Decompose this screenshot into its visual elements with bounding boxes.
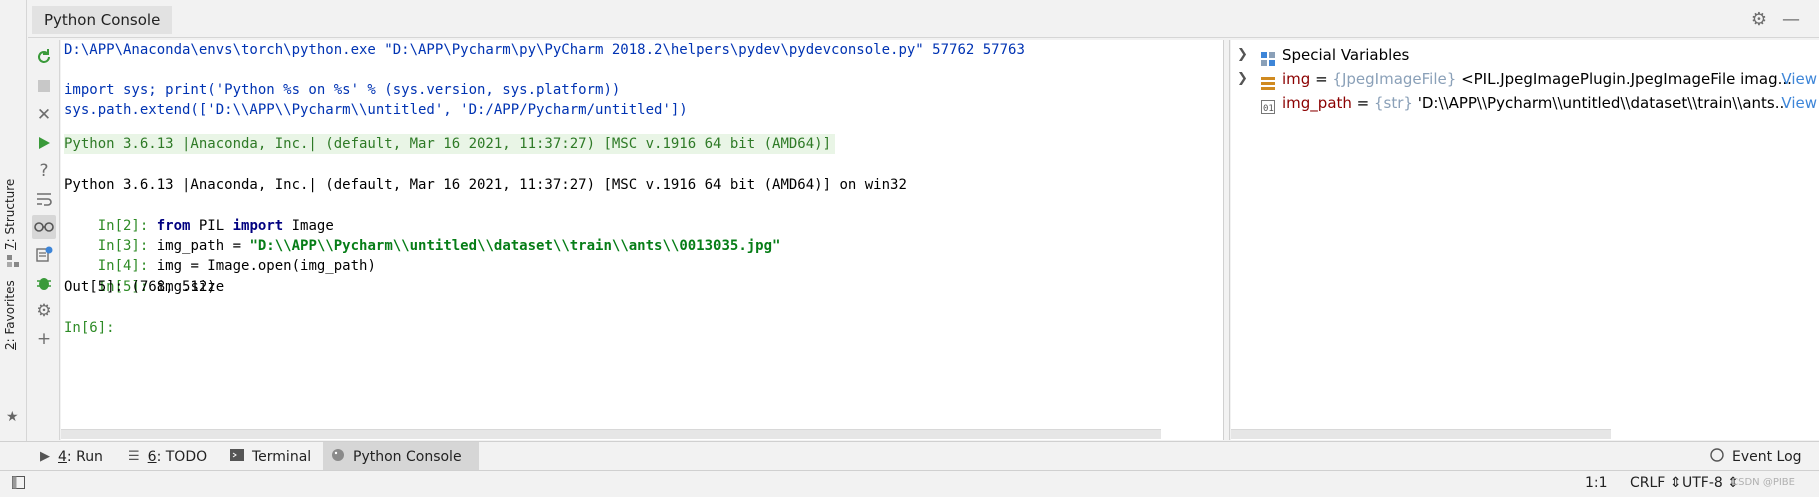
- special-variables-row[interactable]: ❯ Special Variables: [1231, 42, 1819, 68]
- python-version-banner: Python 3.6.13 |Anaconda, Inc.| (default,…: [64, 134, 836, 154]
- tool-windows-bar: ▶ 4: Run ☰ 6: TODO Terminal Python Conso…: [0, 441, 1819, 471]
- line-separator[interactable]: CRLF ⇕: [1630, 475, 1682, 491]
- variable-row-img-path[interactable]: 01 img_path = {str} 'D:\\APP\\Pycharm\\u…: [1231, 90, 1819, 116]
- equals-sign: =: [1310, 70, 1333, 88]
- status-bar: 1:1 CRLF ⇕ UTF-8 ⇕ CSDN @PIBE: [0, 470, 1819, 497]
- terminal-tab[interactable]: Terminal: [222, 442, 323, 471]
- variables-panel: ❯ Special Variables ❯ img = {JpegImageFi…: [1231, 40, 1819, 440]
- console-toolbar: ✕ ? ⚙ +: [28, 40, 60, 440]
- console-output[interactable]: D:\APP\Anaconda\envs\torch\python.exe "D…: [61, 40, 1223, 440]
- special-variables-icon: [1261, 48, 1276, 66]
- settings-gear-icon[interactable]: ⚙: [1749, 10, 1769, 30]
- command-line: D:\APP\Anaconda\envs\torch\python.exe "D…: [64, 42, 1025, 58]
- run-shortcut: 4: [58, 448, 67, 465]
- variable-type: {JpegImageFile}: [1332, 70, 1457, 88]
- expand-arrow-icon[interactable]: ❯: [1237, 66, 1251, 92]
- variable-img-text: img = {JpegImageFile} <PIL.JpegImagePlug…: [1282, 66, 1792, 92]
- line-separator-value: CRLF: [1630, 475, 1666, 491]
- run-play-icon: ▶: [40, 449, 50, 464]
- view-link[interactable]: View: [1781, 90, 1817, 116]
- tool-window-header: Python Console ⚙ —: [28, 2, 1819, 38]
- todo-tab[interactable]: ☰ 6: TODO: [120, 442, 219, 471]
- string-variable-icon: 01: [1261, 96, 1276, 114]
- todo-label: : TODO: [156, 448, 208, 465]
- variable-value: <PIL.JpegImagePlugin.JpegImageFile imag.…: [1456, 70, 1792, 88]
- run-label: : Run: [66, 448, 103, 465]
- help-icon[interactable]: ?: [32, 159, 56, 183]
- left-tool-strip: 7: Structure 2: Favorites ★: [0, 0, 27, 470]
- event-log-label: Event Log: [1732, 448, 1802, 465]
- file-encoding-value: UTF-8: [1682, 475, 1723, 491]
- python-console-tab[interactable]: Python Console: [323, 442, 479, 471]
- debugger-bug-icon[interactable]: [32, 271, 56, 295]
- python-console-title-tab[interactable]: Python Console: [32, 6, 173, 34]
- console-horizontal-scrollbar[interactable]: [61, 429, 1161, 439]
- show-variables-icon[interactable]: [32, 215, 56, 239]
- hide-minimize-icon[interactable]: —: [1781, 10, 1801, 30]
- todo-list-icon: ☰: [128, 449, 140, 464]
- console-history-icon[interactable]: [32, 243, 56, 267]
- console-settings-gear-icon[interactable]: ⚙: [32, 299, 56, 323]
- structure-label: : Structure: [3, 178, 17, 243]
- import-sys-line: import sys; print('Python %s on %s' % (s…: [64, 82, 621, 98]
- structure-tool-tab[interactable]: 7: Structure: [3, 179, 17, 250]
- favorites-shortcut: 2: [3, 342, 17, 350]
- new-console-plus-icon[interactable]: +: [32, 327, 56, 351]
- svg-text:01: 01: [1263, 104, 1274, 114]
- toggle-tool-windows-icon[interactable]: [12, 476, 26, 490]
- in6-input-prompt[interactable]: In[6]:: [64, 318, 123, 338]
- in4-line: In[4]: img = Image.open(img_path): [64, 236, 376, 274]
- updown-icon: ⇕: [1669, 475, 1682, 491]
- terminal-label: Terminal: [252, 448, 312, 465]
- soft-wrap-icon[interactable]: [32, 187, 56, 211]
- rerun-icon[interactable]: [32, 45, 56, 69]
- python-icon: [331, 448, 345, 466]
- special-variables-label: Special Variables: [1282, 46, 1410, 64]
- panel-splitter[interactable]: [1223, 40, 1230, 440]
- in2-line: In[2]: from PIL import Image: [64, 196, 334, 234]
- variables-horizontal-scrollbar[interactable]: [1231, 429, 1611, 439]
- stop-icon[interactable]: [32, 74, 56, 98]
- object-variable-icon: [1261, 72, 1276, 90]
- variable-row-img[interactable]: ❯ img = {JpegImageFile} <PIL.JpegImagePl…: [1231, 66, 1819, 92]
- python-console-label: Python Console: [353, 448, 462, 465]
- view-link[interactable]: View: [1781, 66, 1817, 92]
- python-version-output: Python 3.6.13 |Anaconda, Inc.| (default,…: [64, 177, 907, 193]
- variable-name: img_path: [1282, 94, 1352, 112]
- todo-shortcut: 6: [147, 448, 157, 465]
- event-log-tab[interactable]: Event Log: [1702, 442, 1814, 471]
- in5-line: In[5]: img.size: [64, 257, 224, 295]
- variable-value: 'D:\\APP\\Pycharm\\untitled\\dataset\\tr…: [1412, 94, 1790, 112]
- sys-path-line: sys.path.extend(['D:\\APP\\Pycharm\\unti…: [64, 102, 688, 118]
- structure-shortcut: 7: [3, 242, 17, 250]
- close-icon[interactable]: ✕: [32, 103, 56, 127]
- execute-run-icon[interactable]: [32, 131, 56, 155]
- equals-sign: =: [1351, 94, 1375, 112]
- structure-icon: [6, 254, 20, 268]
- caret-position[interactable]: 1:1: [1585, 475, 1608, 491]
- event-log-icon: [1710, 447, 1724, 466]
- favorites-label: : Favorites: [3, 280, 17, 343]
- star-icon: ★: [6, 409, 19, 425]
- favorites-tool-tab[interactable]: 2: Favorites: [3, 280, 17, 350]
- terminal-icon: [230, 448, 244, 465]
- expand-arrow-icon[interactable]: ❯: [1237, 42, 1251, 68]
- variable-type: {str}: [1374, 94, 1413, 112]
- out5-line: Out[5]: (768, 512): [64, 279, 216, 295]
- run-tab[interactable]: ▶ 4: Run: [32, 442, 115, 471]
- variable-img-path-text: img_path = {str} 'D:\\APP\\Pycharm\\unti…: [1282, 90, 1789, 116]
- watermark: CSDN @PIBE: [1731, 477, 1795, 488]
- variable-name: img: [1282, 70, 1311, 88]
- in3-line: In[3]: img_path = "D:\\APP\\Pycharm\\unt…: [64, 216, 781, 254]
